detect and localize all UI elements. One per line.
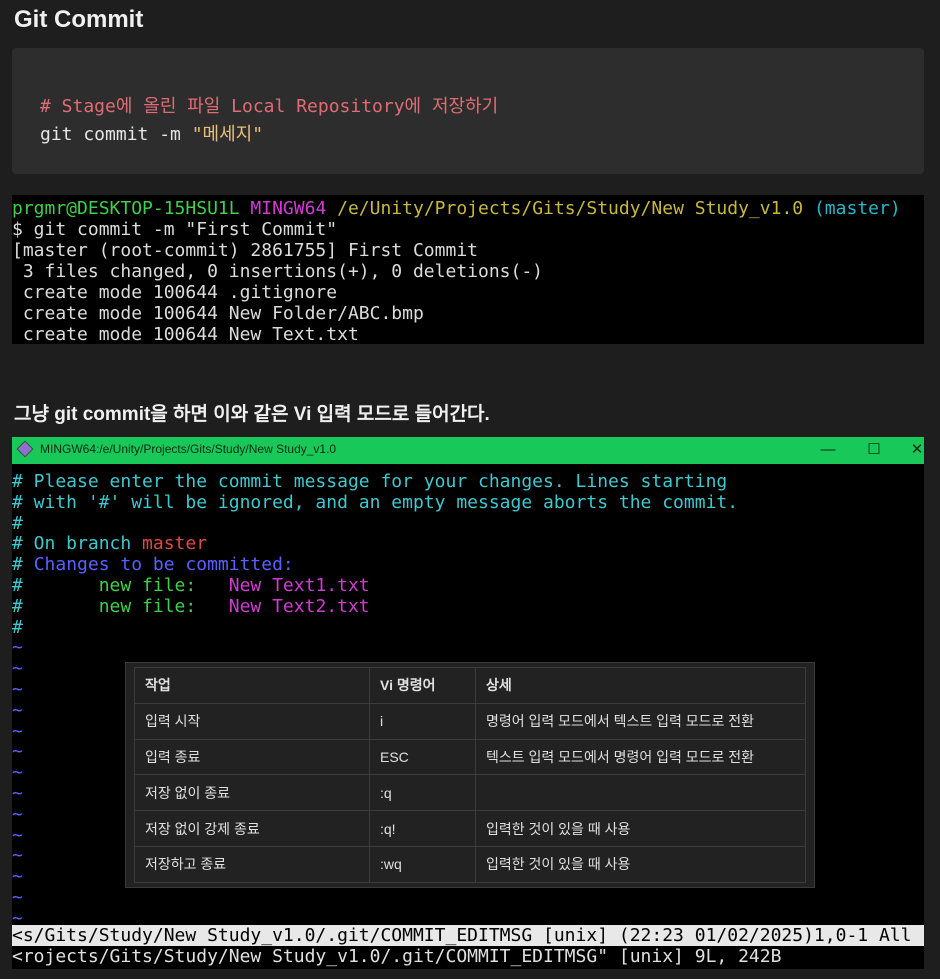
vi-file-name: New Text1.txt [228, 574, 370, 596]
page-title: Git Commit [14, 6, 144, 33]
table-cell: 입력한 것이 있을 때 사용 [475, 810, 806, 847]
table-cell: 저장 없이 종료 [134, 774, 370, 812]
table-cell: 저장 없이 강제 종료 [134, 810, 370, 847]
vi-new-file-label: new file: [22, 574, 229, 596]
vi-status-line: <s/Gits/Study/New Study_v1.0/.git/COMMIT… [12, 925, 924, 946]
vi-line: # [12, 512, 23, 534]
vi-file-name: New Text2.txt [228, 595, 370, 617]
table-row: 저장 없이 종료 :q [134, 774, 806, 812]
table-row: 입력 시작 i 명령어 입력 모드에서 텍스트 입력 모드로 전환 [134, 702, 806, 740]
vi-hash: # [12, 574, 23, 596]
vi-line: # [12, 616, 23, 638]
code-command: git commit -m "메세지" [40, 120, 263, 146]
table-row: 저장 없이 강제 종료 :q! 입력한 것이 있을 때 사용 [134, 810, 806, 847]
table-header-row: 작업 Vi 명령어 상세 [134, 667, 806, 704]
table-cell: i [369, 702, 476, 740]
table-header: 작업 [134, 667, 370, 704]
terminal-output-line: create mode 100644 New Text.txt [12, 324, 359, 344]
table-cell: 입력 시작 [134, 702, 370, 740]
terminal-output-line: create mode 100644 .gitignore [12, 282, 338, 303]
table-cell: 입력한 것이 있을 때 사용 [475, 845, 806, 883]
vi-line: # Changes to be committed: [12, 554, 738, 576]
vi-new-file-label: new file: [22, 595, 229, 617]
terminal-output-line: [master (root-commit) 2861755] First Com… [12, 240, 478, 261]
maximize-button[interactable]: ☐ [862, 440, 886, 460]
table-cell [475, 774, 806, 812]
vi-empty-line: ~ [12, 637, 23, 659]
vi-message-line: <rojects/Gits/Study/New Study_v1.0/.git/… [12, 946, 924, 967]
vi-empty-line: ~ [12, 886, 23, 908]
table-cell: ESC [369, 738, 476, 776]
vi-line: # Please enter the commit message for yo… [12, 471, 728, 492]
terminal-output-line: create mode 100644 New Folder/ABC.bmp [12, 303, 424, 324]
vi-line: # On branch master [12, 533, 738, 555]
table-row: 저장하고 종료 :wq 입력한 것이 있을 때 사용 [134, 845, 806, 883]
vi-branch-prefix: # On branch [12, 533, 143, 555]
table-header: 상세 [475, 667, 806, 704]
terminal-output: prgmr@DESKTOP-15HSU1L MINGW64 /e/Unity/P… [12, 195, 924, 344]
vi-editor-window: MINGW64:/e/Unity/Projects/Gits/Study/New… [12, 437, 924, 969]
table-cell: :wq [369, 845, 476, 883]
vi-branch-name: master [142, 533, 208, 555]
vi-command-table: 작업 Vi 명령어 상세 입력 시작 i 명령어 입력 모드에서 텍스트 입력 … [125, 662, 815, 888]
table-row: 입력 종료 ESC 텍스트 입력 모드에서 명령어 입력 모드로 전환 [134, 738, 806, 776]
terminal-prompt: prgmr@DESKTOP-15HSU1L MINGW64 /e/Unity/P… [12, 198, 924, 219]
prompt-branch: (master) [813, 198, 901, 219]
table-header: Vi 명령어 [369, 667, 476, 704]
section-description: 그냥 git commit을 하면 이와 같은 Vi 입력 모드로 들어간다. [14, 404, 490, 425]
vi-line: # new file: New Text1.txt [12, 574, 738, 597]
minimize-button[interactable]: — [816, 440, 840, 460]
table-cell: 명령어 입력 모드에서 텍스트 입력 모드로 전환 [475, 702, 806, 740]
prompt-user: prgmr@DESKTOP-15HSU1L [12, 198, 240, 219]
vi-hash: # [12, 554, 34, 576]
vi-hash: # [12, 595, 23, 617]
vi-changes-heading: Changes to be committed: [33, 554, 294, 576]
code-comment: # Stage에 올린 파일 Local Repository에 저장하기 [40, 96, 499, 117]
code-command-string: "메세지" [191, 124, 264, 145]
prompt-env: MINGW64 [250, 198, 327, 219]
terminal-command: $ git commit -m "First Commit" [12, 219, 338, 240]
terminal-output-line: 3 files changed, 0 insertions(+), 0 dele… [12, 261, 544, 282]
mingw-app-icon [16, 440, 34, 458]
table-cell: 텍스트 입력 모드에서 명령어 입력 모드로 전환 [475, 738, 806, 776]
code-block: # Stage에 올린 파일 Local Repository에 저장하기 gi… [12, 48, 924, 174]
window-titlebar[interactable]: MINGW64:/e/Unity/Projects/Gits/Study/New… [12, 437, 924, 464]
code-command-text: git commit -m [40, 124, 192, 145]
table-cell: 입력 종료 [134, 738, 370, 776]
table-cell: 저장하고 종료 [134, 845, 370, 883]
table-cell: :q [369, 774, 476, 812]
table-cell: :q! [369, 810, 476, 847]
vi-line: # new file: New Text2.txt [12, 595, 738, 618]
window-title: MINGW64:/e/Unity/Projects/Gits/Study/New… [40, 442, 337, 456]
close-button[interactable]: ✕ [905, 440, 924, 460]
prompt-path: /e/Unity/Projects/Gits/Study/New Study_v… [337, 198, 804, 219]
vi-line: # with '#' will be ignored, and an empty… [12, 491, 739, 513]
